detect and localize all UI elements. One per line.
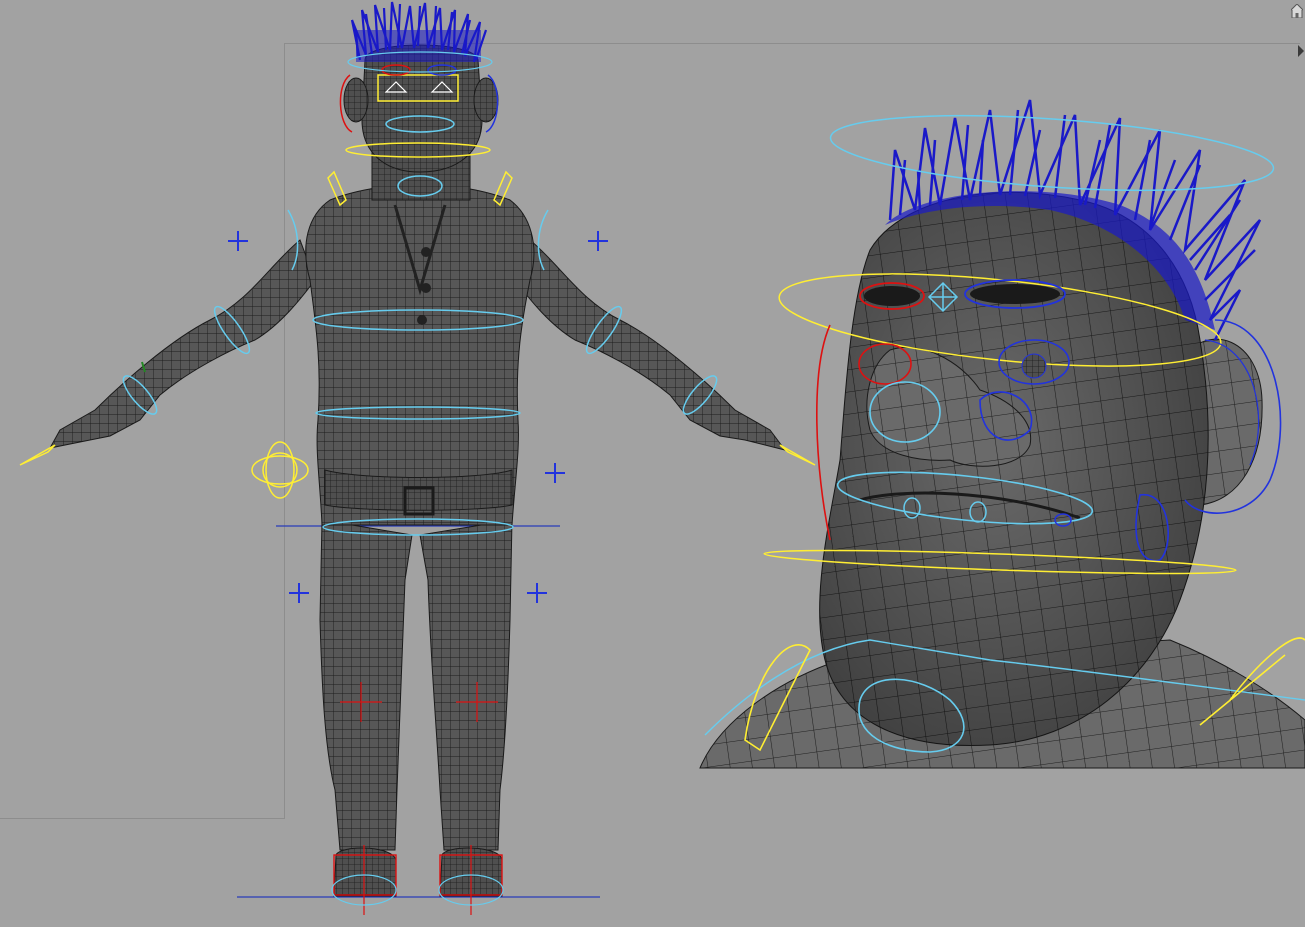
right-leg-mesh[interactable] [419, 519, 513, 851]
closeup-right-brow [970, 284, 1060, 304]
shirt-button [417, 315, 427, 325]
right-arm-mesh[interactable] [514, 239, 787, 451]
left-leg-mesh[interactable] [319, 519, 413, 851]
right-pole-cross[interactable] [545, 463, 565, 483]
head-mesh[interactable] [361, 44, 483, 173]
right-knee-pole-cross[interactable] [527, 583, 547, 603]
cog-control[interactable] [251, 441, 309, 499]
closeup-right-eye-ball [1021, 353, 1047, 379]
left-elbow-pole-cross[interactable] [228, 231, 248, 251]
character-full-body[interactable] [19, 1, 816, 915]
shirt-button [421, 283, 431, 293]
maya-viewport[interactable] [0, 0, 1305, 927]
scene-canvas[interactable] [0, 0, 1305, 927]
left-ear-mesh [343, 77, 369, 123]
character-head-closeup[interactable] [699, 99, 1305, 769]
shirt-button [421, 247, 431, 257]
left-knee-pole-cross[interactable] [289, 583, 309, 603]
left-arm-mesh[interactable] [49, 239, 316, 449]
hair-block [356, 30, 481, 62]
closeup-left-brow [864, 286, 920, 306]
right-elbow-pole-cross[interactable] [588, 231, 608, 251]
closeup-left-cheek-control[interactable] [816, 324, 831, 541]
left-finger-control[interactable] [19, 444, 56, 466]
right-finger-control[interactable] [779, 444, 816, 466]
